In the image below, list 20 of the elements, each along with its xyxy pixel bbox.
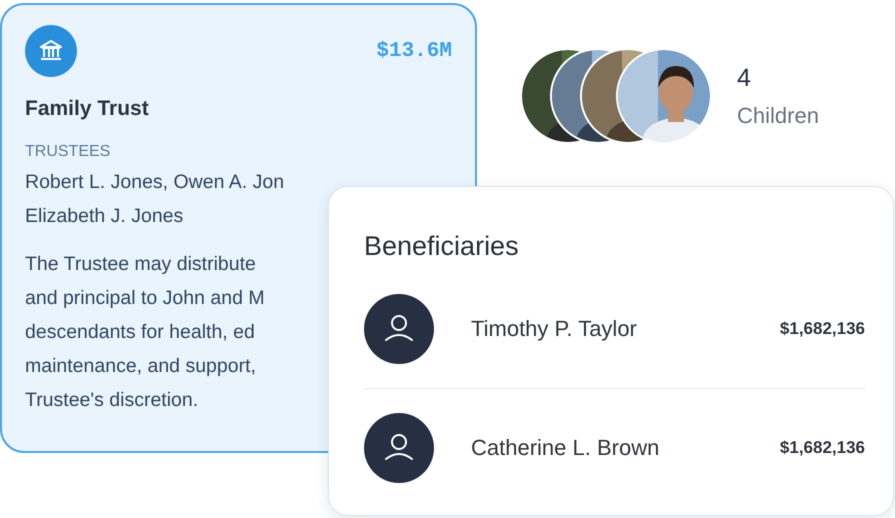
trust-description: maintenance, and support, bbox=[25, 354, 257, 379]
trust-amount: $13.6M bbox=[376, 40, 452, 62]
trust-description: descendants for health, ed bbox=[25, 320, 256, 345]
trust-description: The Trustee may distribute bbox=[25, 252, 257, 277]
trustees-label: TRUSTEES bbox=[25, 143, 112, 161]
beneficiary-name: Catherine L. Brown bbox=[471, 435, 660, 461]
trustee-names: Elizabeth J. Jones bbox=[25, 204, 184, 229]
beneficiaries-title: Beneficiaries bbox=[364, 231, 520, 262]
trust-description: Trustee's discretion. bbox=[25, 388, 200, 413]
trust-description: and principal to John and M bbox=[25, 286, 266, 311]
beneficiary-name: Timothy P. Taylor bbox=[471, 316, 638, 342]
person-icon bbox=[364, 413, 434, 483]
bank-icon bbox=[25, 25, 77, 77]
children-label: Children bbox=[737, 102, 819, 128]
children-count: 4 bbox=[737, 64, 752, 92]
trust-title: Family Trust bbox=[25, 97, 150, 121]
person-icon bbox=[364, 294, 434, 364]
beneficiary-amount: $1,682,136 bbox=[780, 438, 865, 458]
trustee-names: Robert L. Jones, Owen A. Jon bbox=[25, 170, 286, 195]
beneficiary-amount: $1,682,136 bbox=[780, 319, 865, 339]
